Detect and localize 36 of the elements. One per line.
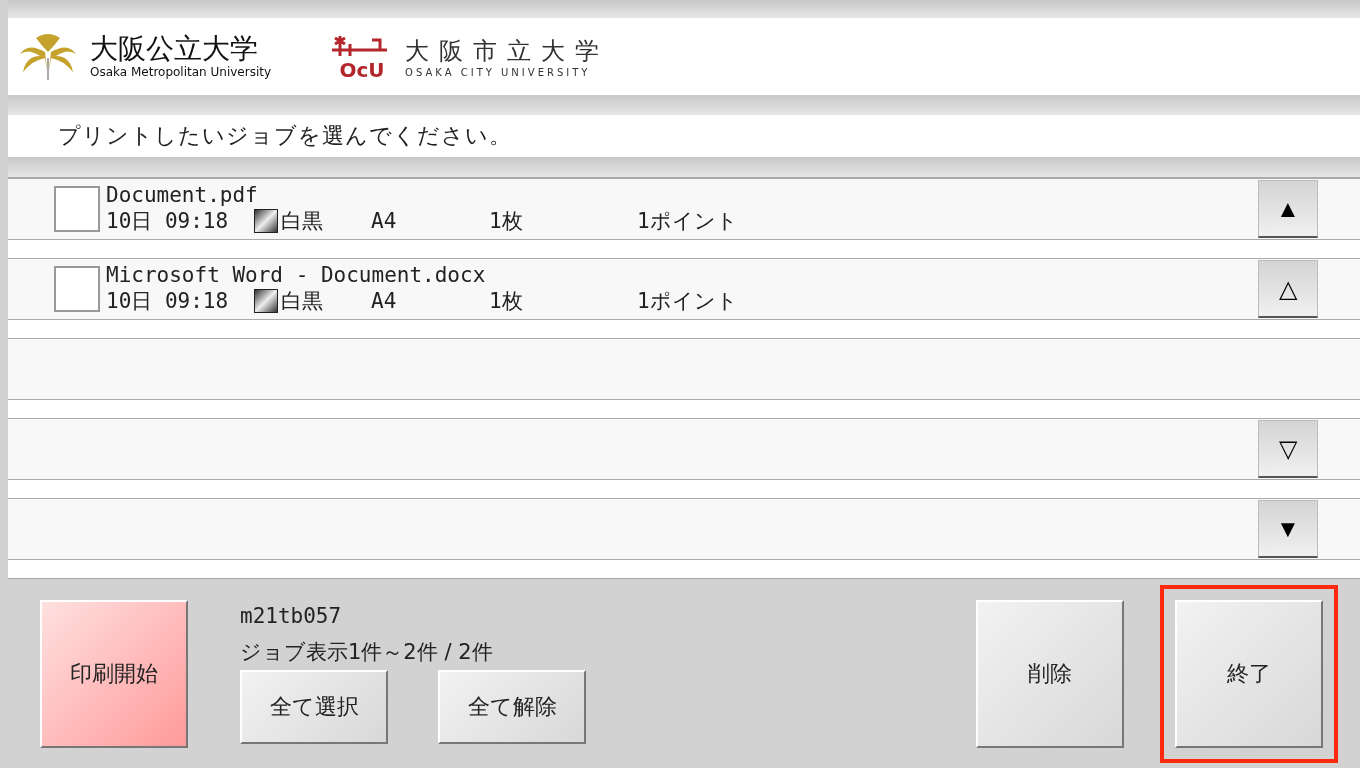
- point-cost: 1ポイント: [637, 208, 738, 235]
- exit-button[interactable]: 終了: [1175, 599, 1323, 748]
- job-name: Document.pdf: [106, 183, 259, 207]
- color-mode: 白黒: [281, 288, 324, 315]
- university-name: 大阪公立大学: [90, 34, 259, 65]
- job-date: 10日 09:18: [106, 288, 230, 315]
- job-checkbox[interactable]: [54, 266, 100, 312]
- paper-size: A4: [371, 209, 398, 233]
- job-row[interactable]: Document.pdf 10日 09:18 白黒 A4 1枚 1ポイント ▲: [8, 179, 1360, 240]
- deselect-all-button[interactable]: 全て解除: [438, 669, 586, 744]
- job-name: Microsoft Word - Document.docx: [106, 263, 487, 287]
- job-count-text: ジョブ表示1件～2件 / 2件: [240, 638, 494, 666]
- scroll-next-button[interactable]: ▽: [1258, 420, 1318, 478]
- university-subtitle: OSAKA CITY UNIVERSITY: [405, 67, 592, 78]
- ocu-logo: OcU: [331, 33, 394, 80]
- job-checkbox[interactable]: [54, 186, 100, 232]
- color-mode: 白黒: [281, 208, 324, 235]
- grayscale-icon: [254, 289, 278, 313]
- copy-count: 1枚: [489, 208, 524, 235]
- ginkgo-leaf-icon: [18, 31, 78, 82]
- delete-button[interactable]: 削除: [976, 599, 1124, 748]
- print-start-button[interactable]: 印刷開始: [40, 599, 188, 748]
- scroll-first-button[interactable]: ▲: [1258, 180, 1318, 238]
- user-id: m21tb057: [240, 603, 343, 628]
- paper-size: A4: [371, 289, 398, 313]
- university-name: 大阪市立大学: [405, 36, 610, 67]
- grayscale-icon: [254, 209, 278, 233]
- instruction-text: プリントしたいジョブを選んでください。: [58, 122, 512, 150]
- scroll-last-button[interactable]: ▼: [1258, 500, 1318, 558]
- point-cost: 1ポイント: [637, 288, 738, 315]
- job-date: 10日 09:18: [106, 208, 230, 235]
- scroll-prev-button[interactable]: △: [1258, 260, 1318, 318]
- university-subtitle: Osaka Metropolitan University: [90, 64, 272, 79]
- job-row[interactable]: Microsoft Word - Document.docx 10日 09:18 白黒 A4 1枚 1ポイント △: [8, 259, 1360, 320]
- select-all-button[interactable]: 全て選択: [240, 669, 388, 744]
- copy-count: 1枚: [489, 288, 524, 315]
